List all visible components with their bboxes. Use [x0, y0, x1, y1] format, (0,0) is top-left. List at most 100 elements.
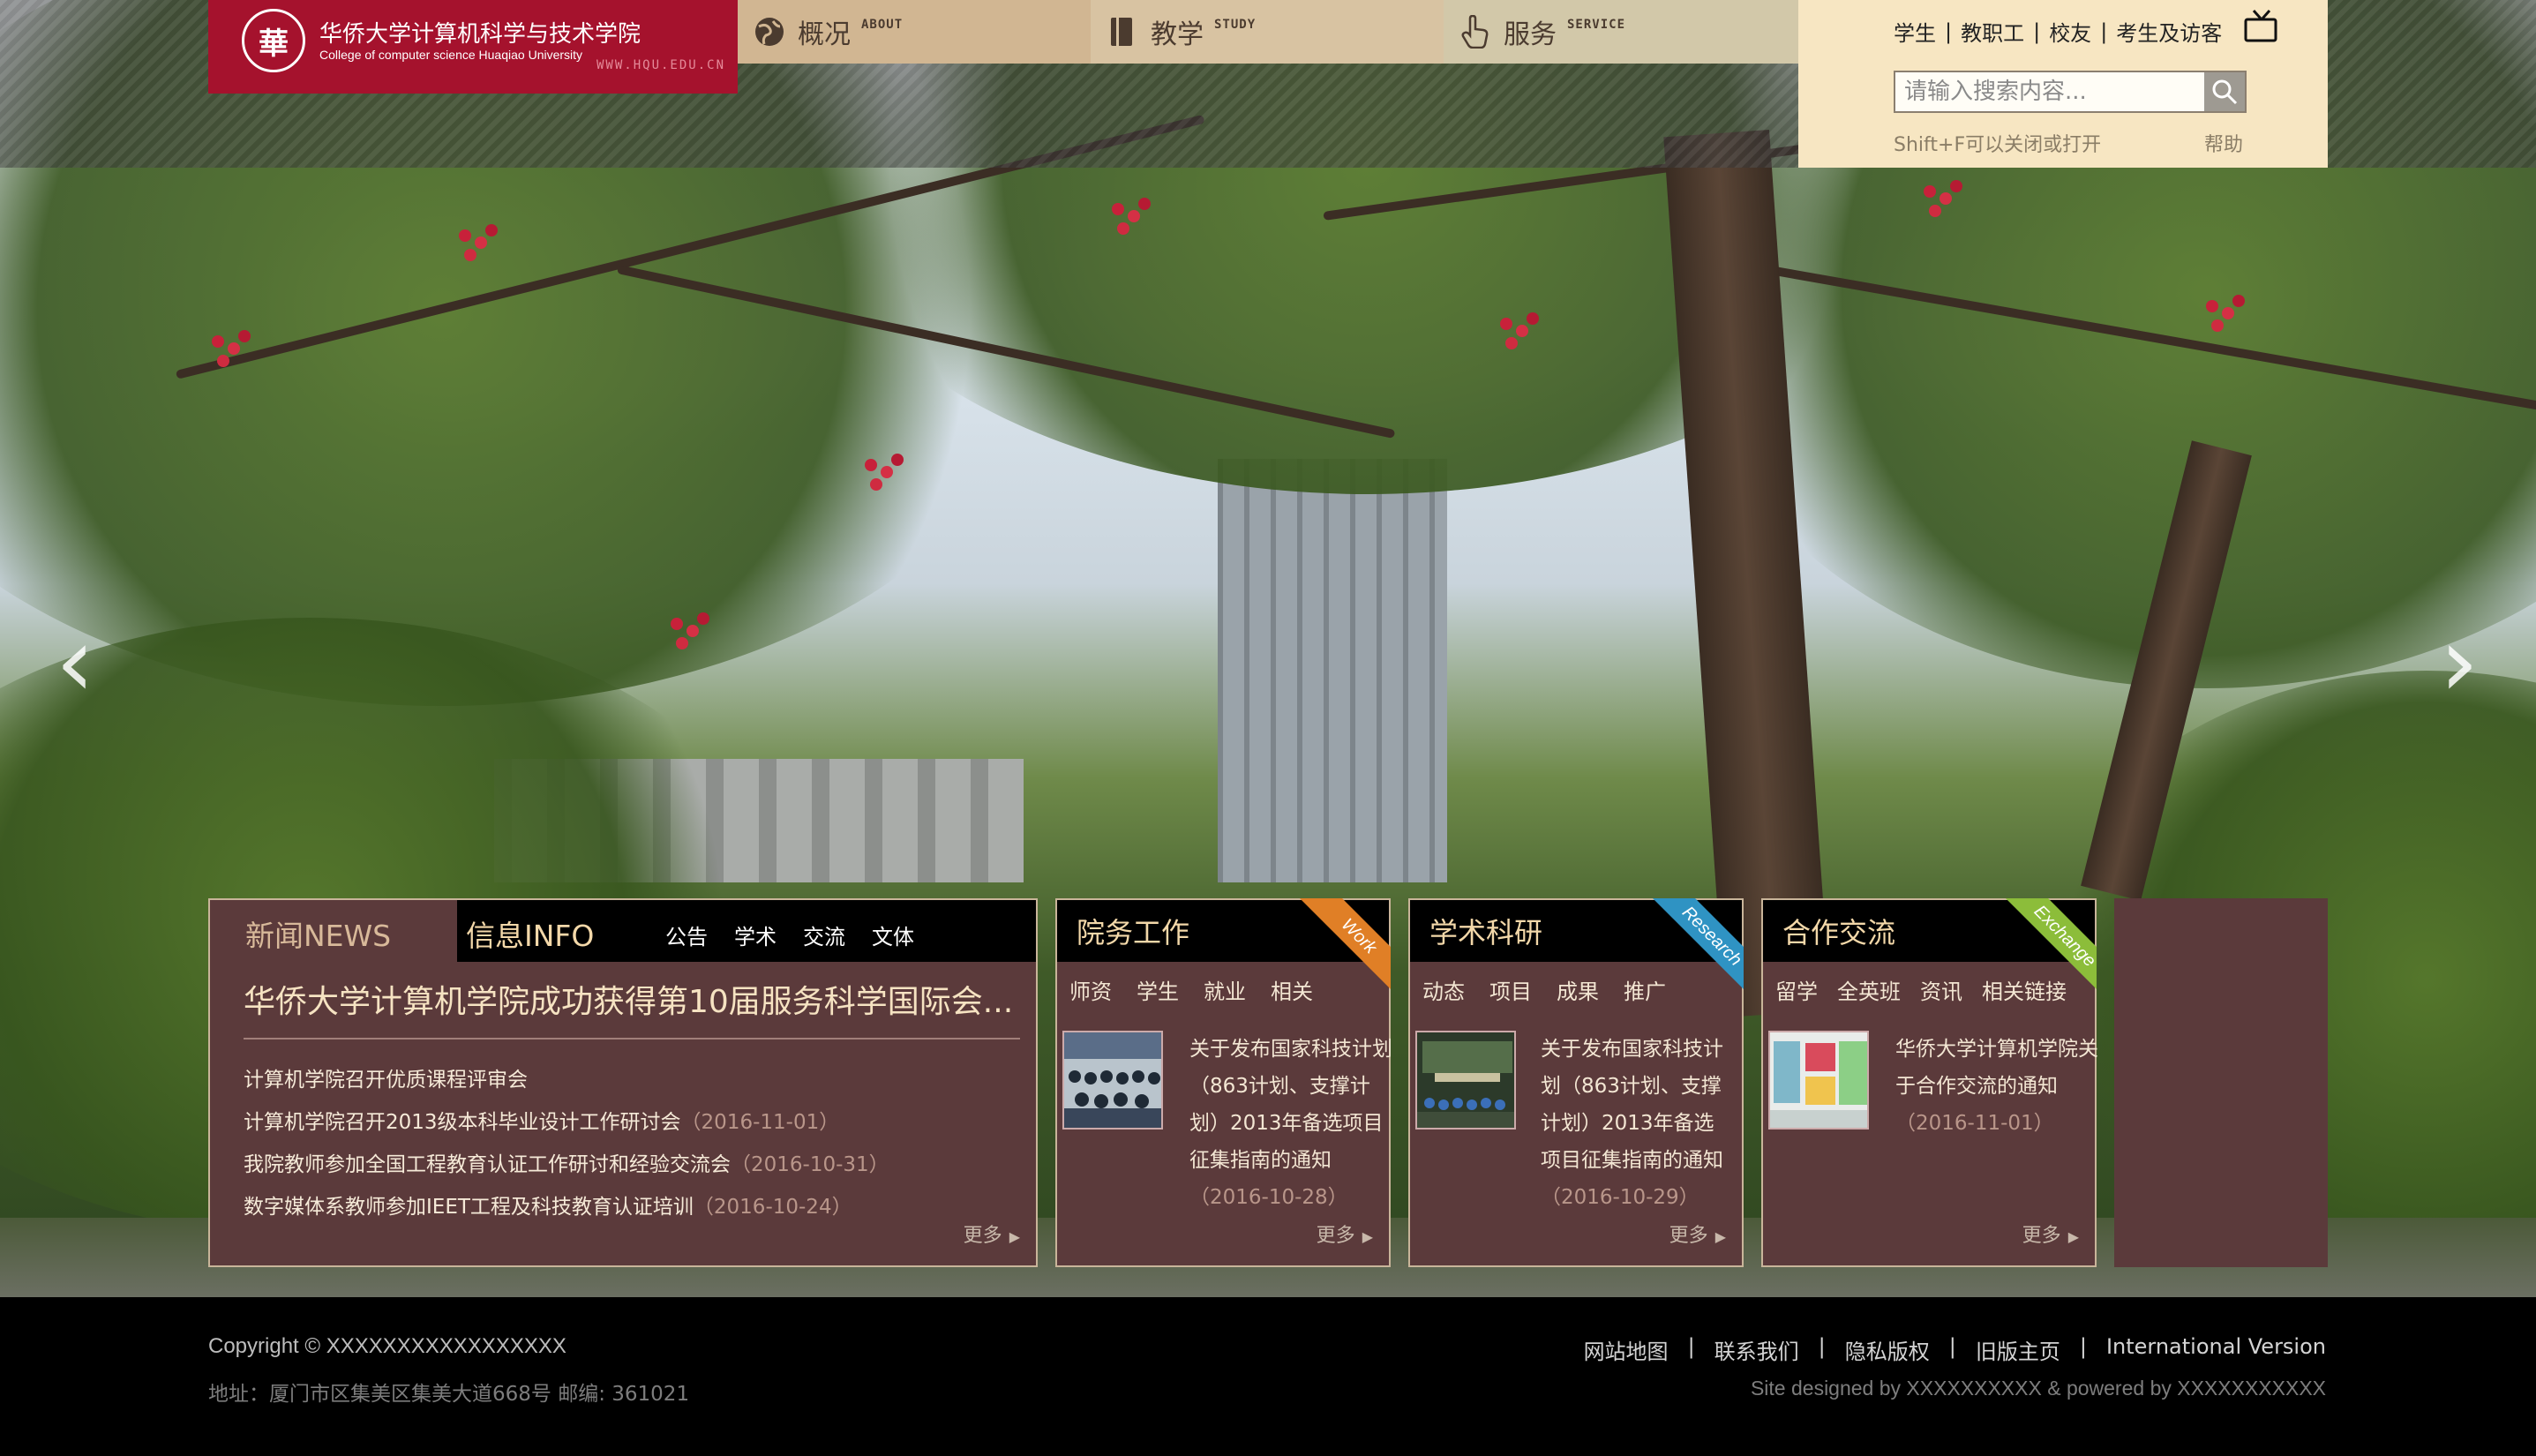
- research-subnav: 动态 项目 成果 推广: [1422, 974, 1691, 1005]
- subnav-related[interactable]: 相关: [1271, 974, 1313, 1005]
- globe-icon: [752, 14, 787, 49]
- work-panel: 院务工作 Work 师资 学生 就业 相关 关于发布国家科技计划（863计划、支…: [1055, 898, 1392, 1267]
- news-title: 计算机学院召开2013级本科毕业设计工作研讨会: [244, 1111, 681, 1134]
- site-logo[interactable]: 華 华侨大学计算机科学与技术学院 College of computer sci…: [208, 0, 738, 94]
- slider-next-arrow[interactable]: ›: [2428, 609, 2490, 715]
- logo-url: WWW.HQU.EDU.CN: [596, 58, 726, 72]
- research-panel: 学术科研 Research 动态 项目 成果 推广 关于发布国家科技计划（863…: [1408, 898, 1744, 1267]
- separator: |: [2079, 1334, 2087, 1359]
- help-link[interactable]: 帮助: [2204, 129, 2243, 157]
- subnav-related-links[interactable]: 相关链接: [1982, 974, 2067, 1005]
- news-title: 我院教师参加全国工程教育认证工作研讨和经验交流会: [244, 1153, 731, 1176]
- list-item[interactable]: 数字媒体系教师参加IEET工程及科技教育认证培训（2016-10-24）: [244, 1186, 1038, 1228]
- link-international[interactable]: International Version: [2106, 1334, 2326, 1365]
- category-exchange[interactable]: 交流: [803, 919, 845, 950]
- separator: |: [2100, 19, 2108, 44]
- link-contact[interactable]: 联系我们: [1714, 1334, 1799, 1365]
- search-box: [1894, 71, 2247, 113]
- tab-info[interactable]: 信息INFO: [466, 912, 594, 955]
- search-input[interactable]: [1895, 72, 2204, 111]
- nav-service-label: 服务: [1504, 19, 1557, 50]
- link-visitors[interactable]: 考生及访客: [2116, 16, 2222, 47]
- subnav-faculty[interactable]: 师资: [1069, 974, 1112, 1005]
- address: 地址：厦门市区集美区集美大道668号 邮编: 361021: [208, 1383, 690, 1406]
- nav-about-english: ABOUT: [861, 18, 904, 32]
- category-announcements[interactable]: 公告: [665, 919, 708, 950]
- separator: |: [1687, 1334, 1695, 1359]
- subnav-news[interactable]: 动态: [1422, 974, 1465, 1005]
- list-item[interactable]: 我院教师参加全国工程教育认证工作研讨和经验交流会（2016-10-31）: [244, 1144, 1038, 1186]
- research-item-date: （2016-10-29）: [1541, 1186, 1699, 1209]
- arrow-right-icon: ▶: [1362, 1228, 1373, 1245]
- news-list: 计算机学院召开优质课程评审会 计算机学院召开2013级本科毕业设计工作研讨会（2…: [244, 1059, 1038, 1228]
- news-more-link[interactable]: 更多 ▶: [964, 1220, 1020, 1248]
- nav-about-label: 概况: [798, 19, 851, 50]
- subnav-info[interactable]: 资讯: [1920, 974, 1962, 1005]
- work-more-link[interactable]: 更多 ▶: [1317, 1220, 1373, 1248]
- hand-pointer-icon: [1458, 14, 1493, 49]
- news-headline[interactable]: 华侨大学计算机学院成功获得第10届服务科学国际会...: [244, 976, 1020, 1039]
- exchange-subnav: 留学 全英班 资讯 相关链接: [1775, 974, 2067, 1005]
- work-panel-title: 院务工作: [1077, 916, 1190, 949]
- tv-icon[interactable]: [2243, 9, 2278, 42]
- nav-study-english: STUDY: [1214, 18, 1257, 32]
- separator: |: [2033, 19, 2041, 44]
- subnav-achievements[interactable]: 成果: [1557, 974, 1599, 1005]
- audience-links: 学生 | 教职工 | 校友 | 考生及访客: [1894, 16, 2222, 47]
- list-item[interactable]: 计算机学院召开优质课程评审会: [244, 1059, 1038, 1101]
- nav-tab-study[interactable]: 教学 STUDY: [1091, 0, 1444, 64]
- site-credits: Site designed by XXXXXXXXXX & powered by…: [1750, 1377, 2326, 1400]
- link-staff[interactable]: 教职工: [1961, 16, 2024, 47]
- news-date: （2016-11-01）: [680, 1111, 840, 1134]
- list-item[interactable]: 计算机学院召开2013级本科毕业设计工作研讨会（2016-11-01）: [244, 1101, 1038, 1144]
- work-subnav: 师资 学生 就业 相关: [1069, 974, 1338, 1005]
- news-date: （2016-10-31）: [731, 1153, 889, 1176]
- category-culture-sports[interactable]: 文体: [872, 919, 914, 950]
- search-button[interactable]: [2204, 72, 2245, 111]
- separator: |: [1818, 1334, 1826, 1359]
- work-item[interactable]: 关于发布国家科技计划（863计划、支撑计划）2013年备选项目征集指南的通知 （2…: [1189, 1031, 1392, 1216]
- research-more-link[interactable]: 更多 ▶: [1669, 1220, 1726, 1248]
- research-thumbnail-image[interactable]: [1415, 1031, 1516, 1130]
- search-icon: [2212, 79, 2238, 105]
- work-item-title: 关于发布国家科技计划（863计划、支撑计划）2013年备选项目征集指南的通知: [1189, 1038, 1392, 1172]
- more-label: 更多: [1669, 1225, 1708, 1247]
- exchange-item[interactable]: 华侨大学计算机学院关于合作交流的通知 （2016-11-01）: [1895, 1031, 2098, 1142]
- arrow-right-icon: ▶: [1009, 1228, 1020, 1245]
- footer-links: 网站地图 | 联系我们 | 隐私版权 | 旧版主页 | Internationa…: [1584, 1334, 2326, 1365]
- search-hint: Shift+F可以关闭或打开: [1894, 134, 2102, 156]
- exchange-thumbnail-image[interactable]: [1768, 1031, 1869, 1130]
- news-panel: 新闻NEWS 信息INFO 公告 学术 交流 文体 华侨大学计算机学院成功获得第…: [208, 898, 1038, 1267]
- subnav-students[interactable]: 学生: [1137, 974, 1179, 1005]
- link-old-homepage[interactable]: 旧版主页: [1976, 1334, 2060, 1365]
- more-label: 更多: [1316, 1225, 1355, 1247]
- book-icon: [1105, 14, 1140, 49]
- exchange-item-date: （2016-11-01）: [1895, 1112, 2054, 1135]
- tab-news-label: 新闻NEWS: [245, 919, 392, 953]
- separator: |: [1948, 1334, 1956, 1359]
- subnav-projects[interactable]: 项目: [1489, 974, 1532, 1005]
- work-thumbnail-image[interactable]: [1062, 1031, 1163, 1130]
- exchange-more-link[interactable]: 更多 ▶: [2022, 1220, 2079, 1248]
- category-academic[interactable]: 学术: [734, 919, 777, 950]
- link-students[interactable]: 学生: [1894, 16, 1936, 47]
- exchange-panel: 合作交流 Exchange 留学 全英班 资讯 相关链接 华侨大学计算机学院关于…: [1761, 898, 2098, 1267]
- tab-news[interactable]: 新闻NEWS: [210, 900, 457, 964]
- copyright: Copyright © XXXXXXXXXXXXXXXXX: [208, 1334, 566, 1358]
- subnav-english-class[interactable]: 全英班: [1837, 974, 1901, 1005]
- research-item[interactable]: 关于发布国家科技计划（863计划、支撑计划）2013年备选项目征集指南的通知 （2…: [1541, 1031, 1729, 1216]
- link-sitemap[interactable]: 网站地图: [1584, 1334, 1669, 1365]
- university-emblem-icon: 華: [242, 9, 305, 72]
- subnav-promotion[interactable]: 推广: [1624, 974, 1666, 1005]
- slider-prev-arrow[interactable]: ‹: [44, 609, 106, 715]
- subnav-employment[interactable]: 就业: [1204, 974, 1246, 1005]
- nav-tab-about[interactable]: 概况 ABOUT: [738, 0, 1091, 64]
- work-item-date: （2016-10-28）: [1189, 1186, 1348, 1209]
- subnav-study-abroad[interactable]: 留学: [1775, 974, 1818, 1005]
- nav-tab-service[interactable]: 服务 SERVICE: [1444, 0, 1798, 64]
- link-privacy[interactable]: 隐私版权: [1845, 1334, 1930, 1365]
- info-categories: 公告 学术 交流 文体: [665, 919, 941, 950]
- link-alumni[interactable]: 校友: [2049, 16, 2091, 47]
- footer: Copyright © XXXXXXXXXXXXXXXXX 地址：厦门市区集美区…: [0, 1297, 2536, 1456]
- empty-panel: [2114, 898, 2328, 1267]
